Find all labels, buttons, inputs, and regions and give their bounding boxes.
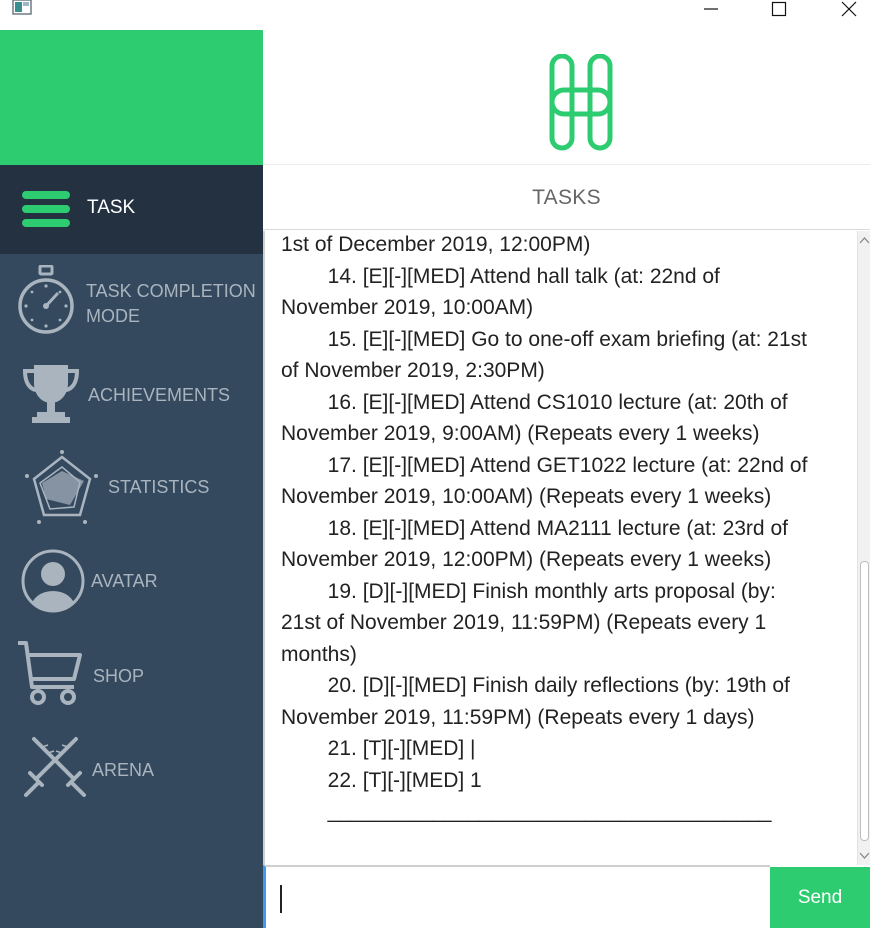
command-input-area bbox=[263, 865, 770, 928]
task-list-line: 14. [E][-][MED] Attend hall talk (at: 22… bbox=[281, 264, 720, 288]
scroll-up-icon[interactable] bbox=[858, 233, 870, 247]
sidebar-item-achievements[interactable]: ACHIEVEMENTS bbox=[0, 353, 263, 438]
app-icon bbox=[12, 0, 32, 15]
task-list-line: November 2019, 12:00PM) (Repeats every 1… bbox=[281, 548, 772, 571]
task-list-scrollbar[interactable] bbox=[857, 231, 870, 865]
task-list-panel[interactable]: 1st of December 2019, 12:00PM) 14. [E][-… bbox=[263, 231, 870, 865]
send-button[interactable]: Send bbox=[770, 867, 870, 928]
crossed-swords-icon bbox=[24, 737, 86, 797]
h-logo-icon bbox=[549, 54, 613, 151]
trophy-icon bbox=[22, 365, 80, 423]
shopping-cart-icon bbox=[18, 641, 82, 705]
sidebar-item-label: TASK bbox=[87, 197, 136, 218]
task-list-line: 21st of November 2019, 11:59PM) (Repeats… bbox=[281, 611, 767, 634]
hamburger-menu-icon bbox=[22, 191, 70, 227]
minimize-icon[interactable] bbox=[688, 0, 734, 22]
task-list-line: months) bbox=[281, 642, 357, 666]
sidebar-item-label: ACHIEVEMENTS bbox=[88, 385, 231, 405]
window-title-bar bbox=[0, 0, 870, 30]
sidebar-item-label: TASK COMPLETION MODE bbox=[86, 281, 256, 326]
task-list: 1st of December 2019, 12:00PM) 14. [E][-… bbox=[281, 231, 851, 828]
command-input[interactable] bbox=[266, 867, 770, 928]
task-list-line: 17. [E][-][MED] Attend GET1022 lecture (… bbox=[281, 453, 808, 477]
page-title: TASKS bbox=[263, 166, 870, 230]
sidebar-brand-panel bbox=[0, 30, 263, 165]
scroll-down-icon[interactable] bbox=[858, 849, 870, 863]
task-list-line: November 2019, 9:00AM) (Repeats every 1 … bbox=[281, 422, 760, 445]
close-icon[interactable] bbox=[826, 0, 870, 22]
task-list-line: 15. [E][-][MED] Go to one-off exam brief… bbox=[281, 327, 808, 351]
task-list-line: of November 2019, 2:30PM) bbox=[281, 359, 545, 382]
avatar-icon bbox=[21, 549, 85, 613]
maximize-icon[interactable] bbox=[756, 0, 802, 22]
sidebar: TASK TASK COMPLETION MODE ACHIEVEMENTS S… bbox=[0, 165, 263, 928]
task-list-line: 21. [T][-][MED] | bbox=[281, 737, 476, 760]
task-list-line: 18. [E][-][MED] Attend MA2111 lecture (a… bbox=[281, 516, 788, 540]
stopwatch-icon bbox=[18, 265, 74, 334]
header bbox=[263, 30, 870, 165]
text-caret bbox=[280, 885, 282, 913]
sidebar-item-label: STATISTICS bbox=[108, 477, 210, 497]
sidebar-item-shop[interactable]: SHOP bbox=[0, 633, 263, 725]
task-list-line: November 2019, 10:00AM) bbox=[281, 296, 534, 319]
sidebar-item-task[interactable]: TASK bbox=[0, 165, 263, 254]
task-list-line: November 2019, 10:00AM) (Repeats every 1… bbox=[281, 485, 772, 508]
sidebar-item-task-completion-mode[interactable]: TASK COMPLETION MODE bbox=[0, 257, 263, 347]
sidebar-item-label: SHOP bbox=[93, 666, 145, 686]
task-list-line: 20. [D][-][MED] Finish daily reflections… bbox=[281, 674, 790, 697]
sidebar-item-statistics[interactable]: STATISTICS bbox=[0, 445, 263, 535]
sidebar-item-arena[interactable]: ARENA bbox=[0, 727, 263, 819]
task-list-line: 1st of December 2019, 12:00PM) bbox=[281, 233, 591, 256]
task-list-line: November 2019, 11:59PM) (Repeats every 1… bbox=[281, 705, 755, 729]
task-list-line: 16. [E][-][MED] Attend CS1010 lecture (a… bbox=[281, 390, 788, 414]
task-list-line: 22. [T][-][MED] 1 bbox=[281, 768, 482, 792]
scroll-thumb[interactable] bbox=[860, 561, 869, 841]
sidebar-item-avatar[interactable]: AVATAR bbox=[0, 540, 263, 630]
task-list-line: 19. [D][-][MED] Finish monthly arts prop… bbox=[281, 579, 776, 603]
task-list-line: ______________________________________ bbox=[281, 800, 772, 823]
sidebar-item-label: AVATAR bbox=[91, 571, 158, 591]
sidebar-item-label: ARENA bbox=[92, 760, 155, 780]
radar-chart-icon bbox=[25, 450, 98, 524]
